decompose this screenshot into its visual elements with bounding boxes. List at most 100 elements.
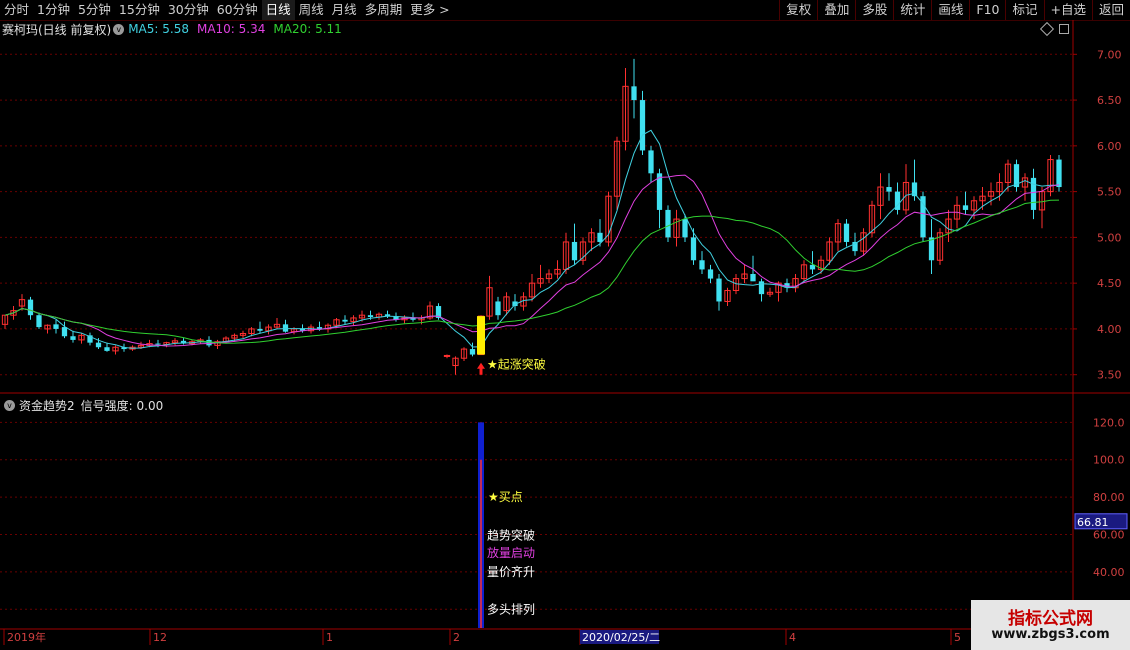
candle-body <box>282 324 289 332</box>
ma5-line <box>4 129 1059 349</box>
candle-body <box>299 328 306 331</box>
candle-body <box>443 354 451 357</box>
candle-body <box>665 209 671 238</box>
dropdown-icon[interactable]: v <box>113 23 125 35</box>
tab-10[interactable]: 更多 > <box>406 0 453 20</box>
candle-body <box>953 204 961 220</box>
candle-body <box>401 317 408 321</box>
candle-body <box>613 140 621 197</box>
signal-bar <box>477 316 485 355</box>
candle-body <box>605 195 612 243</box>
price-tick-label: 7.00 <box>1097 48 1122 61</box>
dropdown-icon[interactable]: v <box>4 399 15 411</box>
price-tick-label: 6.00 <box>1097 140 1122 153</box>
tab-6[interactable]: 日线 <box>261 0 295 20</box>
tool-button-8[interactable]: 返回 <box>1091 0 1130 20</box>
candle-body <box>554 268 561 275</box>
ma20-label: MA20: 5.11 <box>273 22 342 36</box>
tool-button-3[interactable]: 统计 <box>893 0 931 20</box>
trend-label: 趋势突破 <box>487 528 535 543</box>
candle-body <box>834 223 842 243</box>
candle-body <box>78 334 85 341</box>
candle-body <box>265 326 272 332</box>
candle-body <box>155 343 161 345</box>
tab-5[interactable]: 60分钟 <box>213 0 262 20</box>
candle-body <box>766 291 774 295</box>
candle-body <box>163 342 170 345</box>
candle-body <box>146 343 153 346</box>
tab-1[interactable]: 1分钟 <box>33 0 74 20</box>
tab-7[interactable]: 周线 <box>295 0 328 20</box>
candle-body <box>707 269 714 279</box>
tool-button-4[interactable]: 画线 <box>931 0 969 20</box>
tab-0[interactable]: 分时 <box>0 0 33 20</box>
main-chart-info: 赛柯玛(日线 前复权) v MA5: 5.58 MA10: 5.34 MA20:… <box>2 21 342 37</box>
candle-body <box>222 337 230 343</box>
value-box-label: 66.81 <box>1077 516 1109 529</box>
candle-body <box>104 347 110 351</box>
tab-2[interactable]: 5分钟 <box>74 0 115 20</box>
price-tick-label: 5.50 <box>1097 186 1122 199</box>
candle-body <box>716 278 722 302</box>
tool-buttons: 复权 叠加 多股 统计 画线 F10 标记 +自选 返回 <box>779 0 1130 20</box>
tab-3[interactable]: 15分钟 <box>115 0 164 20</box>
signal-volume-bar <box>478 422 484 628</box>
date-highlight <box>580 630 659 644</box>
candle-body <box>631 86 637 101</box>
tab-9[interactable]: 多周期 <box>361 0 407 20</box>
candle-body <box>741 273 748 280</box>
candle-body <box>732 278 740 291</box>
candle-body <box>673 218 680 238</box>
candle-body <box>809 264 816 270</box>
candle-body <box>682 219 688 238</box>
date-label: 2020/02/25/二 <box>582 631 660 644</box>
candle-body <box>562 241 570 270</box>
candle-body <box>571 241 578 261</box>
candle-body <box>970 200 978 211</box>
maximize-icon[interactable] <box>1059 24 1069 34</box>
tool-button-1[interactable]: 叠加 <box>817 0 855 20</box>
period-tabs: 分时 1分钟 5分钟 15分钟 30分钟 60分钟 日线 周线 月线 多周期 更多 > <box>0 0 454 20</box>
candle-body <box>648 150 654 174</box>
candle-body <box>350 317 357 323</box>
bull-label: 多头排列 <box>487 602 535 616</box>
candle-body <box>579 241 587 261</box>
tool-button-6[interactable]: 标记 <box>1005 0 1043 20</box>
sub-tick-label: 80.00 <box>1093 491 1125 504</box>
candle-body <box>231 334 238 339</box>
tab-8[interactable]: 月线 <box>328 0 361 20</box>
price-tick-label: 4.50 <box>1097 277 1122 290</box>
candle-body <box>70 336 76 340</box>
candle-body <box>775 282 782 293</box>
watermark-url: www.zbgs3.com <box>991 627 1110 642</box>
sub-tick-label: 40.00 <box>1093 566 1125 579</box>
price-tick-label: 6.50 <box>1097 94 1122 107</box>
volume-label: 放量启动 <box>487 545 535 560</box>
candle-body <box>426 305 434 319</box>
tool-button-7[interactable]: +自选 <box>1043 0 1092 20</box>
indicator-name: 资金趋势2 <box>19 398 75 413</box>
date-label: 1 <box>326 631 333 644</box>
chart-mode-icon[interactable] <box>1039 21 1055 37</box>
candle-body <box>597 232 603 242</box>
tool-button-0[interactable]: 复权 <box>779 0 817 20</box>
candle-body <box>545 273 553 280</box>
candle-body <box>460 348 468 359</box>
tool-button-2[interactable]: 多股 <box>855 0 893 20</box>
candle-body <box>817 259 825 270</box>
candle-body <box>36 315 42 328</box>
tool-button-5[interactable]: F10 <box>969 0 1005 20</box>
stock-title: 赛柯玛(日线 前复权) <box>2 22 112 37</box>
candle-body <box>384 314 391 317</box>
candle-body <box>902 181 910 211</box>
candle-body <box>588 232 595 243</box>
price-tick-label: 4.00 <box>1097 323 1122 336</box>
candle-body <box>928 237 935 261</box>
candle-body <box>852 241 858 252</box>
tab-4[interactable]: 30分钟 <box>164 0 213 20</box>
candle-body <box>410 317 416 320</box>
candle-body <box>180 340 187 344</box>
ma10-line <box>4 174 1060 347</box>
stock-chart[interactable]: 7.00 6.50 6.00 5.50 5.00 4.50 4.00 3.50 120.0 100… <box>0 0 1130 650</box>
candle-body <box>239 333 247 336</box>
